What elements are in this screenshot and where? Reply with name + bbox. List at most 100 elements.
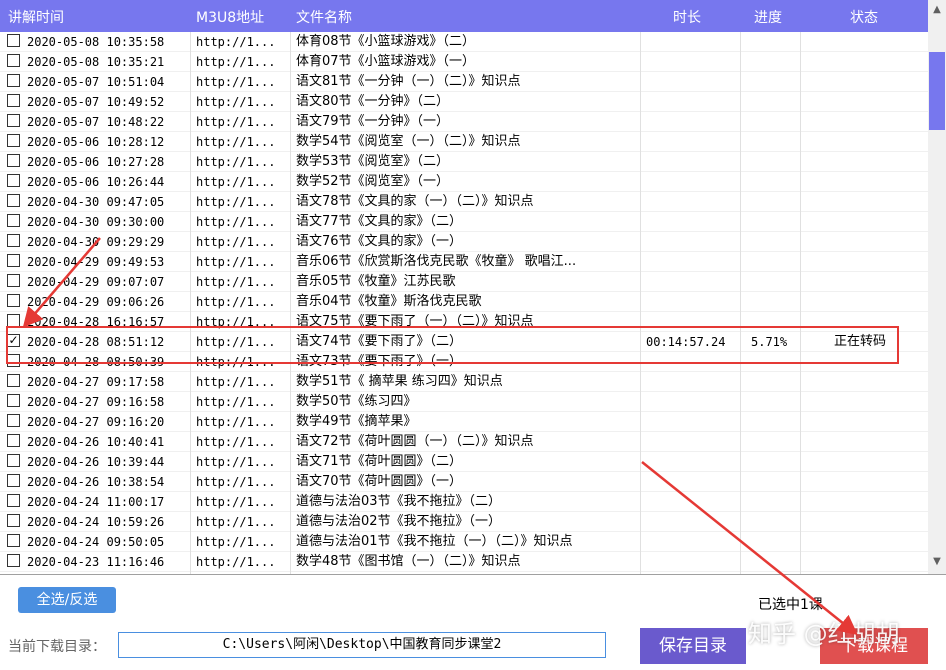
checkbox[interactable]: [7, 374, 20, 387]
cell-progress: [751, 552, 799, 572]
checkbox[interactable]: [7, 554, 20, 567]
cell-name: 数学49节《摘苹果》: [296, 414, 417, 429]
cell-status: [834, 152, 924, 172]
cell-progress: [751, 292, 799, 312]
cell-name: 道德与法治01节《我不拖拉（一）（二）》知识点: [296, 534, 573, 549]
selected-count-label: 已选中1课: [758, 597, 823, 613]
checkbox[interactable]: [7, 494, 20, 507]
table-row[interactable]: 2020-04-24 11:00:17 http://1... 道德与法治03节《我…: [0, 492, 928, 512]
column-divider: [290, 32, 291, 574]
vertical-scrollbar[interactable]: ▲ ▼: [928, 0, 946, 574]
cell-name: 数学50节《练习四》: [296, 394, 417, 409]
cell-progress: [751, 412, 799, 432]
cell-status: [834, 32, 924, 52]
cell-status: [834, 132, 924, 152]
table-row[interactable]: 2020-04-26 10:40:41 http://1... 语文72节《荷叶圆圆…: [0, 432, 928, 452]
list-rows: 2020-05-08 10:35:58 http://1... 体育08节《小篮球游…: [0, 32, 928, 574]
checkbox[interactable]: [7, 274, 20, 287]
table-row[interactable]: 2020-04-29 09:49:53 http://1... 音乐06节《欣赏斯洛…: [0, 252, 928, 272]
checkbox[interactable]: [7, 194, 20, 207]
column-divider: [740, 32, 741, 574]
column-divider: [640, 32, 641, 574]
checkbox[interactable]: [7, 214, 20, 227]
table-row[interactable]: 2020-04-24 10:59:26 http://1... 道德与法治02节《我…: [0, 512, 928, 532]
header-status[interactable]: 状态: [850, 7, 878, 27]
table-row[interactable]: 2020-04-26 10:39:44 http://1... 语文71节《荷叶圆圆…: [0, 452, 928, 472]
cell-duration: [646, 292, 738, 312]
table-row[interactable]: 2020-05-06 10:27:28 http://1... 数学53节《阅览室》…: [0, 152, 928, 172]
download-dir-input[interactable]: C:\Users\阿闲\Desktop\中国教育同步课堂2: [118, 632, 606, 658]
checkbox[interactable]: [7, 134, 20, 147]
lesson-list: 讲解时间 M3U8地址 文件名称 时长 进度 状态 2020-05-08 10:…: [0, 0, 946, 575]
table-row[interactable]: 2020-04-27 09:16:20 http://1... 数学49节《摘苹果》: [0, 412, 928, 432]
checkbox[interactable]: [7, 514, 20, 527]
cell-time: 2020-05-08 10:35:58: [27, 35, 165, 49]
checkbox[interactable]: [7, 174, 20, 187]
cell-time: 2020-04-27 09:16:20: [27, 415, 165, 429]
cell-progress: [751, 492, 799, 512]
save-dir-button[interactable]: 保存目录: [640, 628, 746, 664]
select-all-toggle-button[interactable]: 全选/反选: [18, 587, 116, 613]
cell-duration: [646, 232, 738, 252]
cell-name: 数学54节《阅览室（一）（二）》知识点: [296, 134, 521, 149]
scroll-thumb[interactable]: [929, 52, 945, 130]
checkbox[interactable]: [7, 414, 20, 427]
cell-time: 2020-04-30 09:29:29: [27, 235, 165, 249]
checkbox[interactable]: [7, 434, 20, 447]
table-row[interactable]: 2020-05-07 10:48:22 http://1... 语文79节《一分钟》…: [0, 112, 928, 132]
cell-time: 2020-04-29 09:07:07: [27, 275, 165, 289]
cell-duration: [646, 112, 738, 132]
table-row[interactable]: 2020-05-06 10:28:12 http://1... 数学54节《阅览室（…: [0, 132, 928, 152]
checkbox[interactable]: [7, 454, 20, 467]
table-row[interactable]: 2020-05-08 10:35:21 http://1... 体育07节《小篮球游…: [0, 52, 928, 72]
table-row[interactable]: 2020-04-26 10:38:54 http://1... 语文70节《荷叶圆圆…: [0, 472, 928, 492]
cell-name: 音乐05节《牧童》江苏民歌: [296, 274, 456, 289]
checkbox[interactable]: [7, 114, 20, 127]
cell-duration: [646, 432, 738, 452]
checkbox[interactable]: [7, 534, 20, 547]
checkbox[interactable]: [7, 234, 20, 247]
checkbox[interactable]: [7, 394, 20, 407]
scroll-up-icon[interactable]: ▲: [928, 2, 946, 18]
cell-time: 2020-04-27 09:17:58: [27, 375, 165, 389]
header-time[interactable]: 讲解时间: [8, 7, 64, 27]
cell-progress: [751, 112, 799, 132]
cell-progress: [751, 452, 799, 472]
header-progress[interactable]: 进度: [754, 7, 782, 27]
checkbox[interactable]: [7, 294, 20, 307]
checkbox[interactable]: [7, 54, 20, 67]
table-row[interactable]: 2020-05-08 10:35:58 http://1... 体育08节《小篮球游…: [0, 32, 928, 52]
checkbox[interactable]: [7, 154, 20, 167]
scroll-down-icon[interactable]: ▼: [928, 554, 946, 570]
cell-time: 2020-04-26 10:38:54: [27, 475, 165, 489]
table-row[interactable]: 2020-05-07 10:49:52 http://1... 语文80节《一分钟》…: [0, 92, 928, 112]
header-m3u8[interactable]: M3U8地址: [196, 7, 264, 27]
table-row[interactable]: 2020-04-27 09:17:58 http://1... 数学51节《 摘苹果…: [0, 372, 928, 392]
cell-progress: [751, 532, 799, 552]
table-row[interactable]: 2020-04-30 09:29:29 http://1... 语文76节《文具的家…: [0, 232, 928, 252]
table-row[interactable]: 2020-05-06 10:26:44 http://1... 数学52节《阅览室》…: [0, 172, 928, 192]
cell-url: http://1...: [196, 215, 276, 229]
cell-duration: [646, 32, 738, 52]
table-row[interactable]: 2020-04-30 09:47:05 http://1... 语文78节《文具的家…: [0, 192, 928, 212]
table-row[interactable]: 2020-04-23 11:16:46 http://1... 数学48节《图书馆（…: [0, 552, 928, 572]
table-row[interactable]: 2020-05-07 10:51:04 http://1... 语文81节《一分钟（…: [0, 72, 928, 92]
cell-progress: [751, 172, 799, 192]
header-filename[interactable]: 文件名称: [296, 7, 352, 27]
cell-url: http://1...: [196, 475, 276, 489]
cell-name: 语文71节《荷叶圆圆》（二）: [296, 454, 463, 469]
cell-time: 2020-05-06 10:28:12: [27, 135, 165, 149]
table-row[interactable]: 2020-04-27 09:16:58 http://1... 数学50节《练习四》: [0, 392, 928, 412]
table-row[interactable]: 2020-04-24 09:50:05 http://1... 道德与法治01节《我…: [0, 532, 928, 552]
cell-status: [834, 412, 924, 432]
checkbox[interactable]: [7, 34, 20, 47]
table-row[interactable]: 2020-04-29 09:07:07 http://1... 音乐05节《牧童》江…: [0, 272, 928, 292]
checkbox[interactable]: [7, 74, 20, 87]
table-row[interactable]: 2020-04-30 09:30:00 http://1... 语文77节《文具的家…: [0, 212, 928, 232]
cell-progress: [751, 272, 799, 292]
checkbox[interactable]: [7, 254, 20, 267]
header-duration[interactable]: 时长: [673, 7, 701, 27]
table-row[interactable]: 2020-04-29 09:06:26 http://1... 音乐04节《牧童》斯…: [0, 292, 928, 312]
checkbox[interactable]: [7, 474, 20, 487]
checkbox[interactable]: [7, 94, 20, 107]
